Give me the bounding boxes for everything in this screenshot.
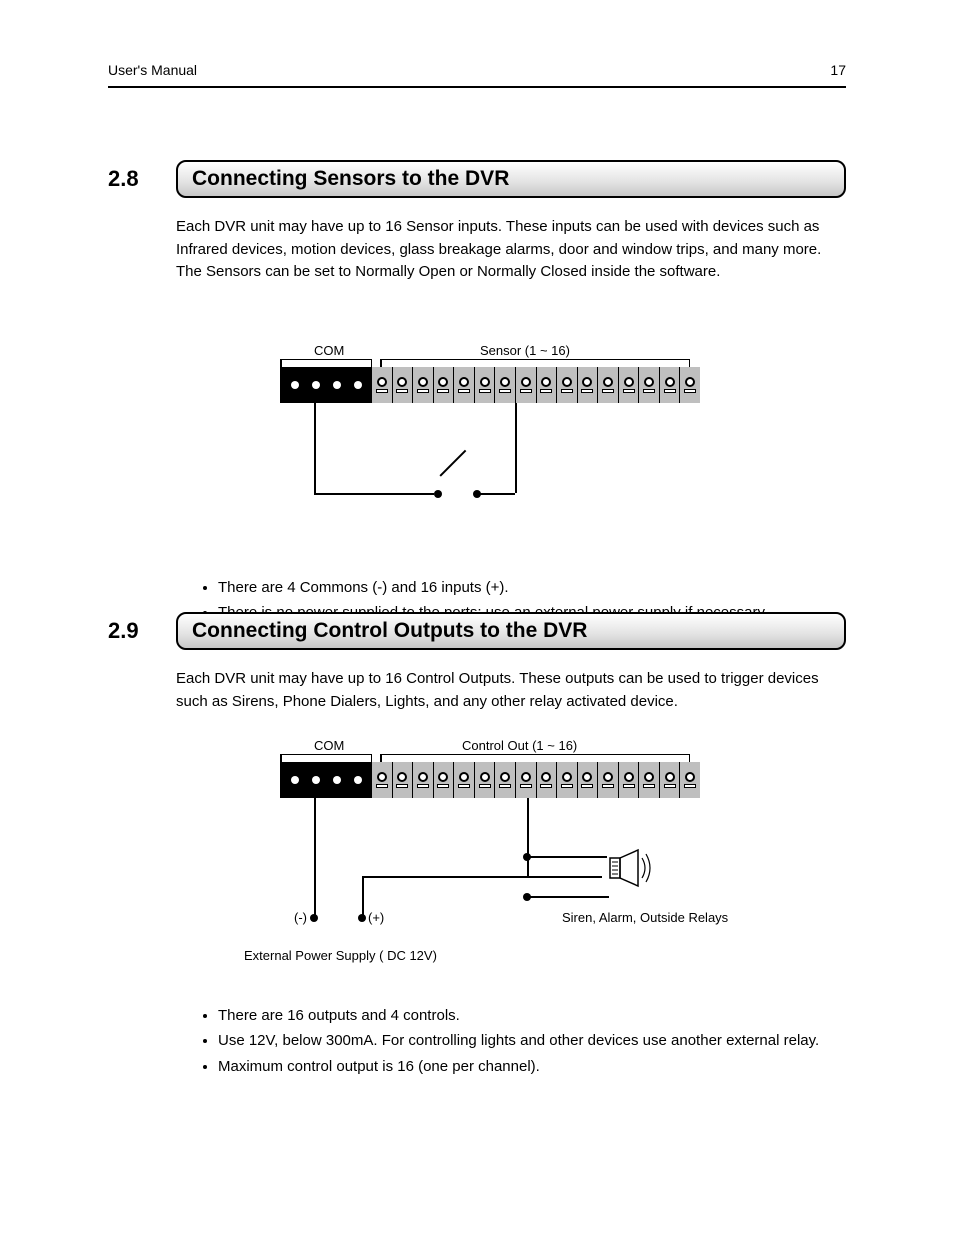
terminal-cell xyxy=(454,762,475,798)
terminal-cell xyxy=(619,762,640,798)
page-number: 17 xyxy=(830,62,846,78)
control-label: Control Out (1 ~ 16) xyxy=(462,738,577,753)
terminal-cell xyxy=(475,762,496,798)
terminal-cell xyxy=(557,367,578,403)
terminal-cell xyxy=(578,367,599,403)
note-item: Maximum control output is 16 (one per ch… xyxy=(218,1055,846,1078)
section-notes: There are 16 outputs and 4 controls. Use… xyxy=(218,1004,846,1080)
terminal-cell xyxy=(660,762,681,798)
psu-pos-label: (+) xyxy=(368,910,384,925)
terminal-cell xyxy=(495,762,516,798)
psu-neg-dot xyxy=(310,914,318,922)
sensor-label: Sensor (1 ~ 16) xyxy=(480,343,570,358)
note-item: There are 16 outputs and 4 controls. xyxy=(218,1004,846,1027)
section-title: Connecting Control Outputs to the DVR xyxy=(192,619,587,643)
terminal-cell xyxy=(475,367,496,403)
terminal-cell xyxy=(537,762,558,798)
section-title-pill: Connecting Control Outputs to the DVR xyxy=(176,612,846,650)
manual-title: User's Manual xyxy=(108,62,197,78)
section-title: Connecting Sensors to the DVR xyxy=(192,167,509,191)
psu-neg-label: (-) xyxy=(294,910,307,925)
terminal-cell xyxy=(372,367,393,403)
terminal-cell xyxy=(434,762,455,798)
terminal-cell xyxy=(680,762,700,798)
psu-label: External Power Supply ( DC 12V) xyxy=(244,948,437,963)
terminal-cell xyxy=(516,762,537,798)
section-number: 2.9 xyxy=(108,618,154,644)
section-title-pill: Connecting Sensors to the DVR xyxy=(176,160,846,198)
note-item: There are 4 Commons (-) and 16 inputs (+… xyxy=(218,576,846,599)
section-body: Each DVR unit may have up to 16 Control … xyxy=(176,668,846,713)
com-label: COM xyxy=(314,343,344,358)
terminal-cell xyxy=(557,762,578,798)
diagram-sensor-wiring: COM Sensor (1 ~ 16) xyxy=(280,345,700,575)
terminal-cell xyxy=(660,367,681,403)
section-2-8: 2.8 Connecting Sensors to the DVR Each D… xyxy=(108,160,846,284)
terminal-cell xyxy=(413,367,434,403)
com-label: COM xyxy=(314,738,344,753)
terminal-cell xyxy=(619,367,640,403)
sensor-strip xyxy=(372,367,700,403)
wire-end-left xyxy=(434,490,442,498)
terminal-cell xyxy=(598,762,619,798)
terminal-cell xyxy=(372,762,393,798)
terminal-cell xyxy=(434,367,455,403)
terminal-cell xyxy=(639,367,660,403)
section-body: Each DVR unit may have up to 16 Sensor i… xyxy=(176,216,846,284)
psu-pos-dot xyxy=(358,914,366,922)
device-label: Siren, Alarm, Outside Relays xyxy=(562,910,728,925)
section-2-9: 2.9 Connecting Control Outputs to the DV… xyxy=(108,612,846,713)
section-number: 2.8 xyxy=(108,166,154,192)
com-block xyxy=(280,367,372,403)
terminal-cell xyxy=(639,762,660,798)
terminal-cell xyxy=(495,367,516,403)
terminal-cell xyxy=(598,367,619,403)
terminal-cell xyxy=(454,367,475,403)
terminal-cell xyxy=(516,367,537,403)
note-item: Use 12V, below 300mA. For controlling li… xyxy=(218,1029,846,1052)
siren-icon xyxy=(608,848,656,888)
header-rule xyxy=(108,86,846,88)
control-strip xyxy=(372,762,700,798)
terminal-cell xyxy=(680,367,700,403)
terminal-cell xyxy=(393,762,414,798)
terminal-cell xyxy=(537,367,558,403)
terminal-cell xyxy=(578,762,599,798)
terminal-block xyxy=(280,762,700,798)
terminal-cell xyxy=(393,367,414,403)
wire-end-right xyxy=(473,490,481,498)
terminal-block xyxy=(280,367,700,403)
terminal-cell xyxy=(413,762,434,798)
diagram-control-wiring: COM Control Out (1 ~ 16) (-) (+) xyxy=(232,740,752,1000)
com-block xyxy=(280,762,372,798)
